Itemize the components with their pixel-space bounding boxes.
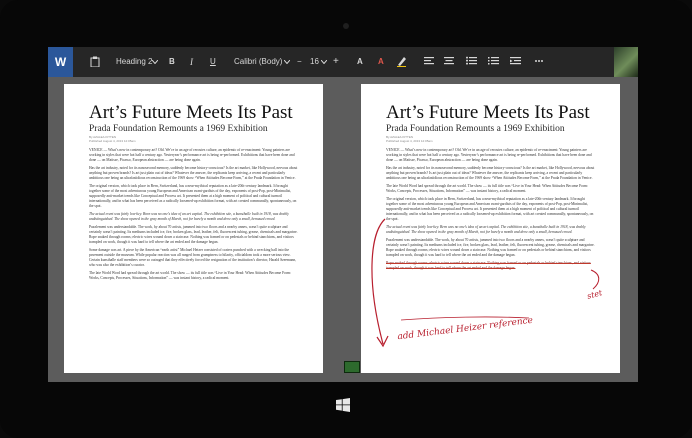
word-toolbar: W Heading 2 B I U Calibri (Body) − 16 + … xyxy=(48,47,638,77)
font-dropdown[interactable]: Calibri (Body) xyxy=(234,47,282,77)
moved-paragraph: The late World Word had spread through t… xyxy=(386,184,589,193)
screen: W Heading 2 B I U Calibri (Body) − 16 + … xyxy=(48,47,638,382)
dateline: Published August 4, 2013 12:05am xyxy=(89,139,136,143)
bullet-list-icon[interactable] xyxy=(466,56,477,66)
body-paragraph: The original version, which took place i… xyxy=(386,197,594,221)
body-paragraph: The original version, which took place i… xyxy=(89,184,297,208)
font-size-increase-button[interactable]: + xyxy=(333,47,339,77)
font-size-chevron-icon[interactable] xyxy=(321,60,327,64)
article-body: VENICE — What’s new in contemporary art?… xyxy=(89,148,299,284)
tablet-device: W Heading 2 B I U Calibri (Body) − 16 + … xyxy=(0,0,692,438)
body-paragraph: Has the art industry, noted for its nano… xyxy=(386,166,595,180)
user-avatar[interactable] xyxy=(614,47,638,77)
struck-text: Rope snaked through rooms; electric wire… xyxy=(386,261,591,270)
left-document-page[interactable]: Art’s Future Meets Its Past Prada Founda… xyxy=(64,84,323,373)
word-app-button[interactable]: W xyxy=(48,47,73,77)
article-meta: By AZALEA KITTEN Published August 4, 201… xyxy=(386,135,433,143)
style-chevron-icon[interactable] xyxy=(152,60,158,64)
font-size-decrease-button[interactable]: − xyxy=(297,47,302,77)
body-paragraph: The actual event was fairly low-key. Ber… xyxy=(386,224,586,234)
body-paragraph: Has the art industry, noted for its nano… xyxy=(89,166,298,180)
body-paragraph: VENICE — What’s new in contemporary art?… xyxy=(89,148,295,162)
article-title: Art’s Future Meets Its Past xyxy=(89,102,293,123)
word-icon: W xyxy=(54,55,67,69)
bold-button[interactable]: B xyxy=(169,47,175,77)
stet-note: stet xyxy=(586,288,604,301)
page-flag-icon[interactable] xyxy=(344,361,360,373)
clipboard-icon[interactable] xyxy=(90,56,100,67)
margin-note: add Michael Heizer reference xyxy=(396,315,534,343)
font-size-value[interactable]: 16 xyxy=(310,47,319,77)
more-options-icon[interactable] xyxy=(534,56,544,66)
align-left-icon[interactable] xyxy=(424,56,434,66)
align-center-icon[interactable] xyxy=(444,56,454,66)
body-paragraph: The actual event was fairly low-key. Bor… xyxy=(89,211,289,221)
style-dropdown[interactable]: Heading 2 xyxy=(116,47,152,77)
numbered-list-icon[interactable] xyxy=(488,56,499,66)
body-paragraph: The late World Word had spread through t… xyxy=(89,270,292,280)
article-meta: By AZALEA KITTEN Published August 4, 201… xyxy=(89,135,136,143)
text-highlight-button[interactable]: A xyxy=(378,47,384,77)
dateline: Published August 4, 2013 12:05am xyxy=(386,139,433,143)
italic-button[interactable]: I xyxy=(190,47,193,77)
body-paragraph: Puzzlement was understandable. The work,… xyxy=(386,238,595,257)
body-paragraph: VENICE — What’s new in contemporary art?… xyxy=(386,148,592,162)
body-paragraph: Puzzlement was understandable. The work,… xyxy=(89,224,298,244)
article-subtitle: Prada Foundation Remounts a 1969 Exhibit… xyxy=(89,124,268,134)
front-camera xyxy=(343,23,349,29)
article-subtitle: Prada Foundation Remounts a 1969 Exhibit… xyxy=(386,124,565,134)
indent-icon[interactable] xyxy=(510,56,521,66)
body-paragraph: Some damage was art. A piece by the Amer… xyxy=(89,247,297,267)
windows-logo-icon[interactable] xyxy=(336,398,350,412)
highlighter-icon[interactable] xyxy=(396,56,407,67)
article-title: Art’s Future Meets Its Past xyxy=(386,102,590,123)
font-color-button[interactable]: A xyxy=(357,47,363,77)
right-document-page[interactable]: Art’s Future Meets Its Past Prada Founda… xyxy=(361,84,620,373)
underline-button[interactable]: U xyxy=(210,47,216,77)
article-body: VENICE — What’s new in contemporary art?… xyxy=(386,148,596,274)
font-chevron-icon[interactable] xyxy=(284,60,290,64)
